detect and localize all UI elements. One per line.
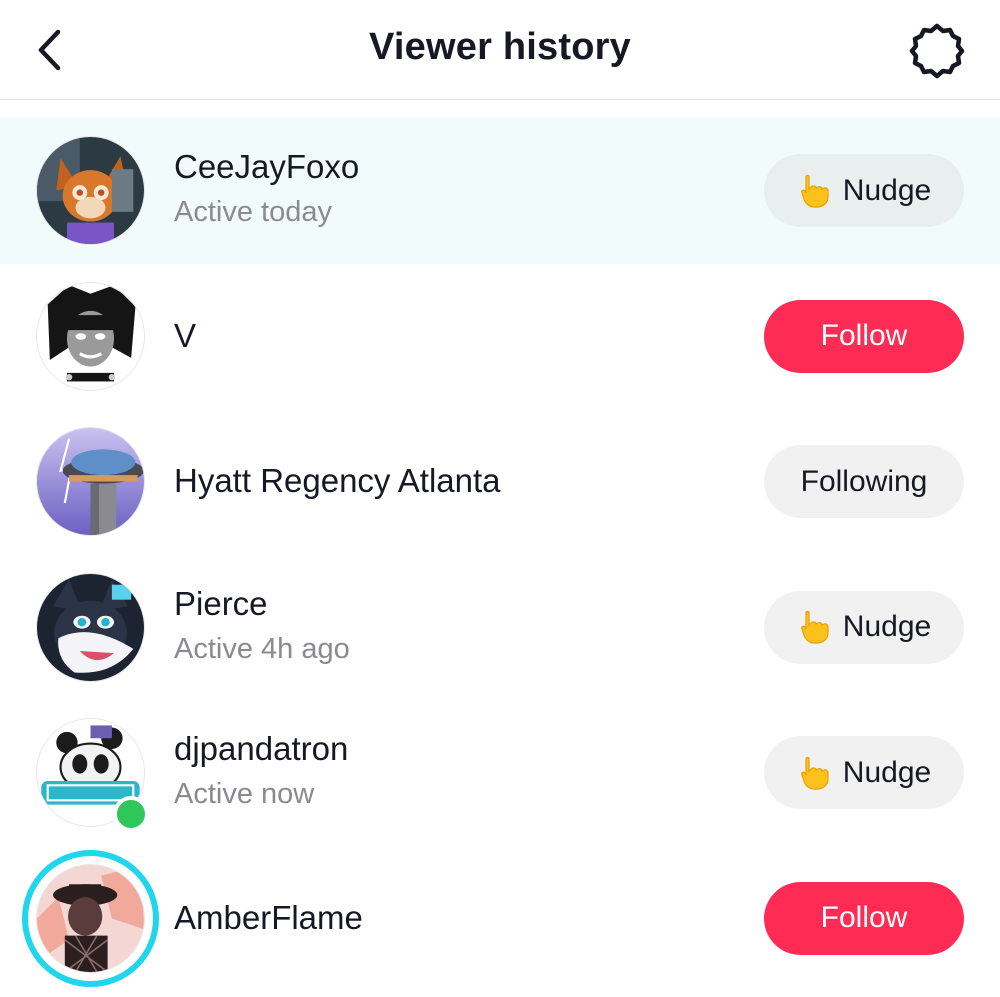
avatar[interactable] [36,427,145,536]
follow-button-label: Follow [820,901,908,934]
viewer-status: Active now [174,778,315,810]
follow-button[interactable]: Follow [764,299,964,373]
avatar[interactable] [36,572,145,682]
online-status-dot [113,796,149,832]
anime-character-avatar-image [37,282,144,390]
nudge-button-label: Nudge [842,173,932,207]
viewer-name[interactable]: CeeJayFoxo [174,148,359,186]
pointing-hand-icon [797,173,833,209]
wolf-avatar-image [37,573,144,681]
avatar[interactable] [36,863,145,973]
settings-button[interactable] [908,22,966,80]
page-title: Viewer history [369,26,631,68]
header-bar: Viewer history [0,0,1000,100]
following-button-label: Following [800,464,928,498]
viewer-status: Active 4h ago [174,632,350,665]
avatar[interactable] [36,136,145,245]
follow-button-label: Follow [820,319,908,352]
nudge-button[interactable]: Nudge [764,154,964,227]
viewer-row[interactable]: djpandatron Active now Nudge [0,700,1000,846]
fox-avatar-image [37,137,144,244]
viewer-list: CeeJayFoxo Active today Nudge V Follow H… [0,118,1000,991]
viewer-name[interactable]: Hyatt Regency Atlanta [174,462,501,500]
viewer-name[interactable]: Pierce [174,585,268,623]
nudge-button-label: Nudge [842,610,932,643]
viewer-row[interactable]: CeeJayFoxo Active today Nudge [0,118,1000,264]
nudge-button[interactable]: Nudge [764,590,964,664]
gear-icon [909,23,965,79]
viewer-row[interactable]: Hyatt Regency Atlanta Following [0,409,1000,555]
amberflame-avatar-image [37,864,144,972]
viewer-name[interactable]: djpandatron [174,730,348,768]
viewer-name[interactable]: V [174,317,196,355]
nudge-button-label: Nudge [842,755,932,789]
viewer-status: Active today [174,196,332,228]
viewer-row[interactable]: Pierce Active 4h ago Nudge [0,555,1000,701]
pointing-hand-icon [797,609,833,645]
viewer-row[interactable]: AmberFlame Follow [0,846,1000,992]
nudge-button[interactable]: Nudge [764,736,964,809]
building-avatar-image [37,428,144,535]
pointing-hand-icon [797,755,833,791]
follow-button[interactable]: Follow [764,881,964,955]
following-button[interactable]: Following [764,445,964,518]
avatar[interactable] [36,281,145,391]
viewer-name[interactable]: AmberFlame [174,899,363,937]
viewer-row[interactable]: V Follow [0,264,1000,410]
